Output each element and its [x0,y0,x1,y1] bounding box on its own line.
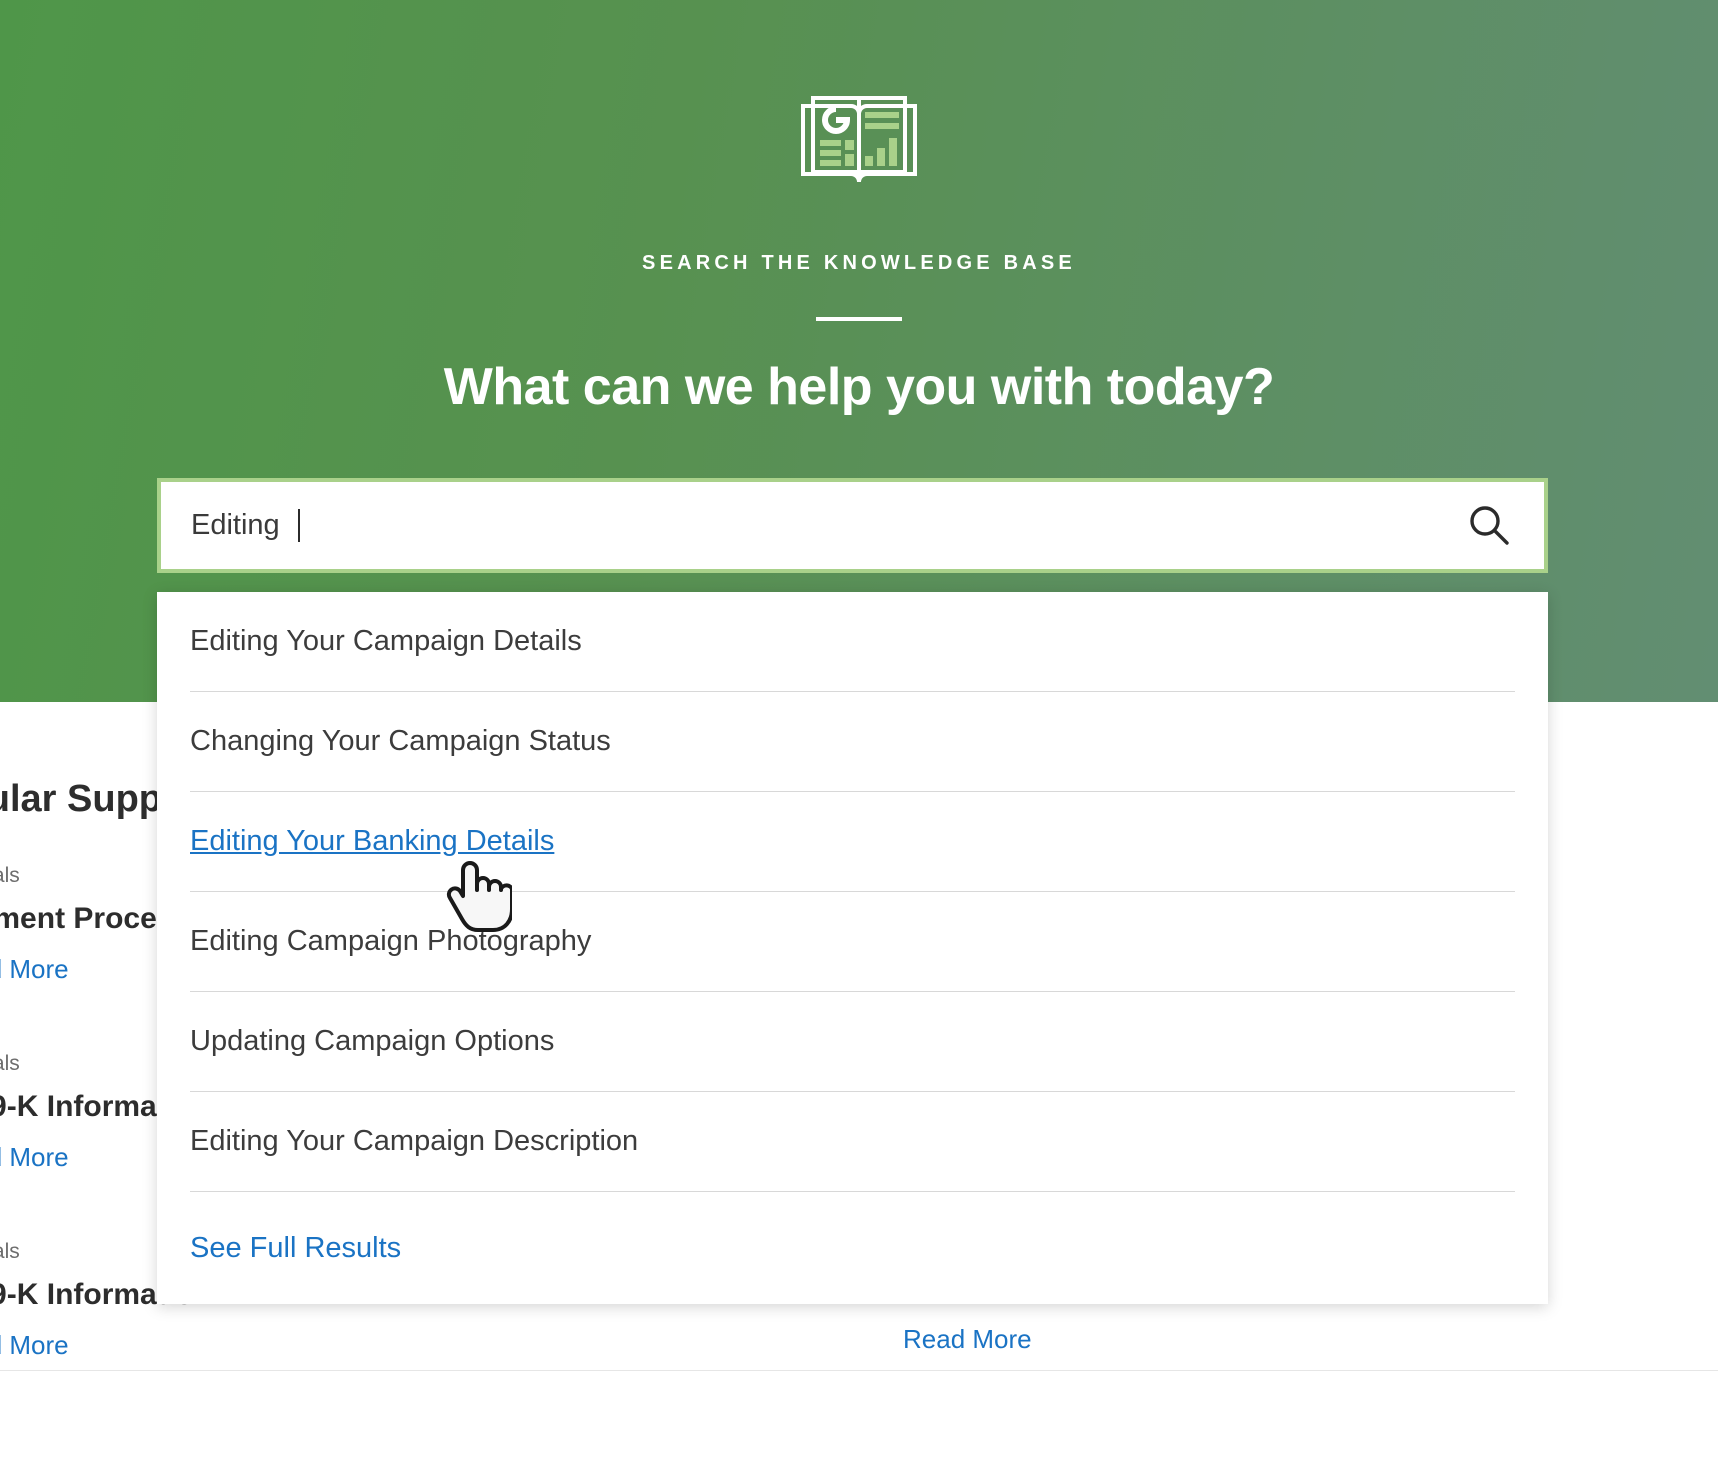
search-icon [1466,503,1512,549]
page-title: What can we help you with today? [0,357,1718,417]
search-input[interactable]: Editing [161,509,1434,542]
suggestion-label: Editing Your Campaign Description [190,1125,638,1158]
content-divider [0,1370,1718,1371]
read-more-link[interactable]: Read More [903,1324,1341,1355]
suggestion-label: Editing Your Campaign Details [190,625,582,658]
read-more-link[interactable]: Read More [0,1330,212,1361]
suggestion-label: Changing Your Campaign Status [190,725,611,758]
open-book-with-groupon-g-icon [799,96,919,192]
hero-divider [816,317,902,321]
hero-kicker: SEARCH THE KNOWLEDGE BASE [0,252,1718,275]
knowledge-base-search-page: SEARCH THE KNOWLEDGE BASE What can we he… [0,0,1718,1477]
search-input-value: Editing [191,509,288,542]
suggestion-item[interactable]: Editing Campaign Photography [190,892,1515,992]
search-suggestions-dropdown: Editing Your Campaign Details Changing Y… [157,592,1548,1304]
suggestion-item[interactable]: Changing Your Campaign Status [190,692,1515,792]
search-field[interactable]: Editing [157,478,1548,573]
suggestion-label: Editing Campaign Photography [190,925,591,958]
suggestion-item-hovered[interactable]: Editing Your Banking Details [190,792,1515,892]
suggestion-item[interactable]: Editing Your Campaign Description [190,1092,1515,1192]
search-button[interactable] [1434,482,1544,569]
suggestion-label: Updating Campaign Options [190,1025,554,1058]
suggestion-item[interactable]: Editing Your Campaign Details [190,592,1515,692]
see-full-results-link[interactable]: See Full Results [190,1192,1515,1304]
suggestion-item[interactable]: Updating Campaign Options [190,992,1515,1092]
logo-container [0,96,1718,192]
suggestion-label: Editing Your Banking Details [190,825,554,858]
text-caret [298,509,300,542]
